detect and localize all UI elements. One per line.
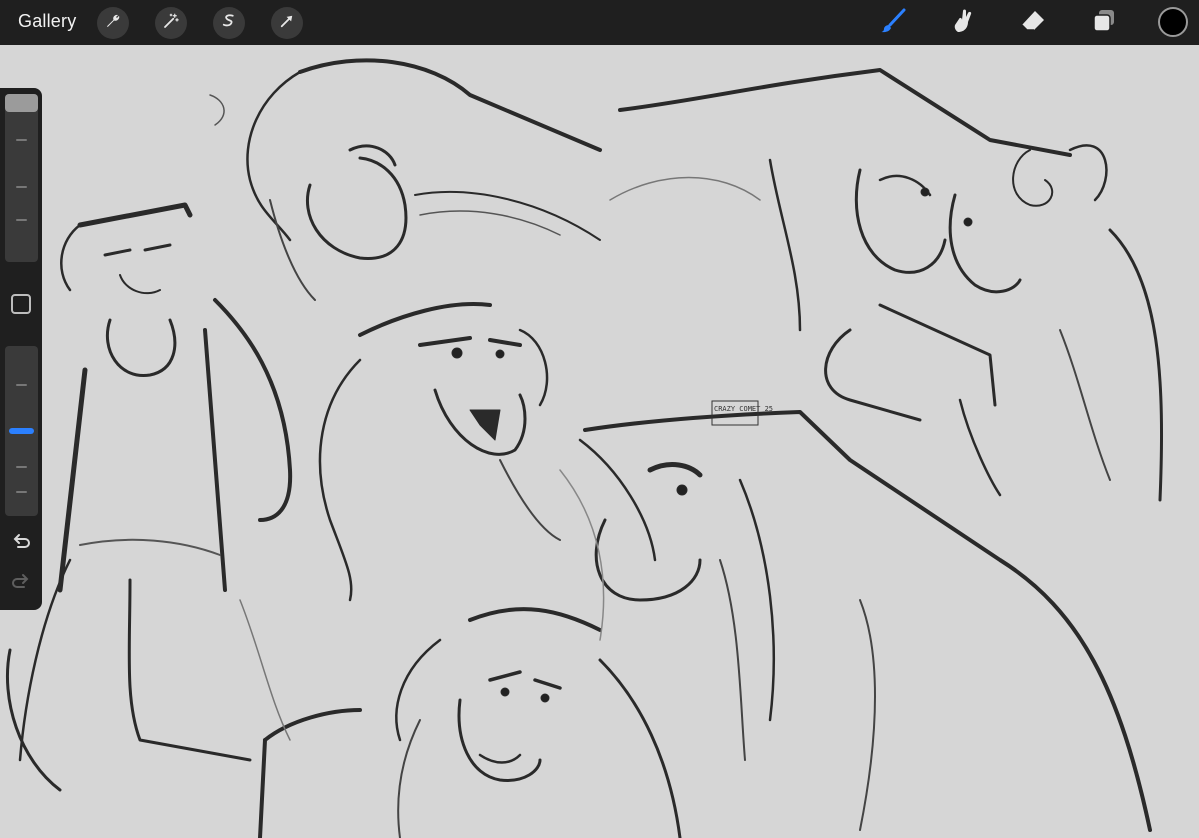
left-sidebar xyxy=(0,88,42,610)
brush-icon xyxy=(879,7,907,40)
smudge-icon xyxy=(949,7,977,40)
signature-text: CRAZY COMET 25 xyxy=(714,405,774,413)
brush-size-slider[interactable] xyxy=(5,94,38,262)
redo-button[interactable] xyxy=(11,572,31,592)
layers-button[interactable] xyxy=(1087,6,1121,40)
actions-wrench-button[interactable] xyxy=(97,7,129,39)
brush-tool-button[interactable] xyxy=(876,6,910,40)
undo-icon xyxy=(11,534,31,556)
selection-button[interactable] xyxy=(213,7,245,39)
magic-wand-icon xyxy=(162,12,180,35)
layers-icon xyxy=(1090,7,1118,40)
adjustments-button[interactable] xyxy=(155,7,187,39)
modify-square-icon[interactable] xyxy=(11,294,31,314)
brush-size-thumb[interactable] xyxy=(5,94,38,112)
transform-button[interactable] xyxy=(271,7,303,39)
redo-icon xyxy=(11,574,31,596)
artist-signature: CRAZY COMET 25 xyxy=(711,399,779,429)
wrench-icon xyxy=(104,12,122,35)
eraser-tool-button[interactable] xyxy=(1016,6,1050,40)
smudge-tool-button[interactable] xyxy=(946,6,980,40)
drawing-canvas[interactable]: CRAZY COMET 25 xyxy=(0,45,1199,838)
eraser-icon xyxy=(1019,7,1047,40)
sketch-artwork xyxy=(5,58,1164,838)
opacity-slider[interactable] xyxy=(5,346,38,516)
top-toolbar: Gallery xyxy=(0,0,1199,45)
transform-arrow-icon xyxy=(278,12,296,35)
color-picker-button[interactable] xyxy=(1158,7,1188,37)
opacity-thumb[interactable] xyxy=(9,428,34,434)
undo-button[interactable] xyxy=(11,532,31,552)
gallery-button[interactable]: Gallery xyxy=(18,11,76,32)
selection-icon xyxy=(220,12,238,35)
